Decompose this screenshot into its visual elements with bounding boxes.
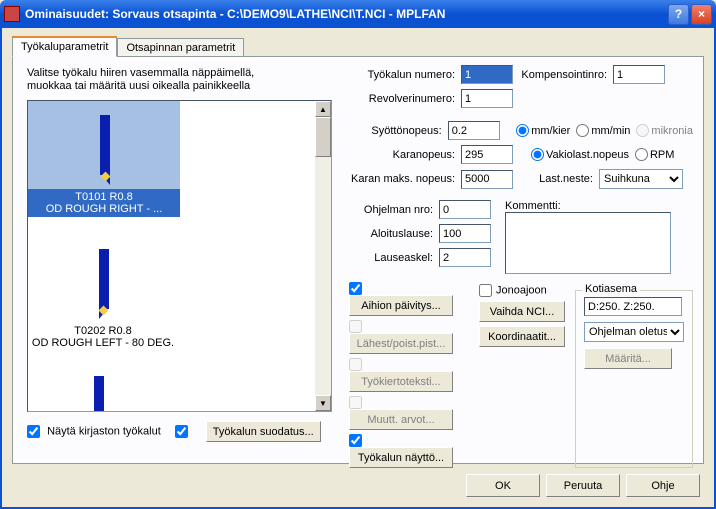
- home-position-legend: Kotiasema: [582, 283, 640, 295]
- spindle-speed-label: Karanopeus:: [349, 149, 461, 161]
- scroll-down-icon[interactable]: ▼: [315, 395, 331, 411]
- stock-update-button[interactable]: Aihion päivitys...: [349, 295, 453, 316]
- program-number-label: Ohjelman nro:: [349, 204, 439, 216]
- close-icon[interactable]: ×: [691, 4, 712, 25]
- tyokierto-checkbox: [349, 358, 362, 371]
- lahest-checkbox: [349, 320, 362, 333]
- line-step-label: Lauseaskel:: [349, 252, 439, 264]
- instructions-text: Valitse työkalu hiiren vasemmalla näppäi…: [27, 67, 287, 93]
- tool-item-t0101[interactable]: T0101 R0.8 OD ROUGH RIGHT - ...: [28, 101, 180, 217]
- max-spindle-input[interactable]: [461, 170, 513, 189]
- cancel-button[interactable]: Peruuta: [546, 474, 620, 497]
- filter-checkbox[interactable]: [175, 425, 188, 438]
- define-button: Määritä...: [584, 348, 672, 369]
- variable-values-button: Muutt. arvot...: [349, 409, 453, 430]
- feed-unit-mmkier-radio[interactable]: [516, 124, 529, 137]
- feed-unit-mmmin-radio[interactable]: [576, 124, 589, 137]
- app-icon: [4, 6, 20, 22]
- titlebar: Ominaisuudet: Sorvaus otsapinta - C:\DEM…: [0, 0, 716, 28]
- comment-label: Kommentti:: [505, 200, 671, 212]
- feedrate-input[interactable]: [448, 121, 500, 140]
- spindle-css-radio[interactable]: [531, 148, 544, 161]
- tool-number-label: Työkalun numero:: [349, 69, 461, 81]
- scroll-up-icon[interactable]: ▲: [315, 101, 331, 117]
- tool-item-desc: OD ROUGH RIGHT - ...: [28, 203, 180, 215]
- window-body: Työkaluparametrit Otsapinnan parametrit …: [0, 28, 716, 509]
- window-title: Ominaisuudet: Sorvaus otsapinta - C:\DEM…: [25, 7, 668, 21]
- tyokalun-checkbox[interactable]: [349, 434, 362, 447]
- comment-textarea[interactable]: [505, 212, 671, 274]
- tool-list[interactable]: T0101 R0.8 OD ROUGH RIGHT - ... T0202 R0…: [27, 100, 332, 412]
- tool-item-partial[interactable]: [94, 376, 104, 412]
- feedrate-label: Syöttönopeus:: [349, 125, 448, 137]
- tool-item-desc: OD ROUGH LEFT - 80 DEG.: [28, 337, 178, 349]
- canned-text-button: Työkiertoteksti...: [349, 371, 453, 392]
- turret-number-label: Revolverinumero:: [349, 93, 461, 105]
- compensation-input[interactable]: [613, 65, 665, 84]
- coolant-select[interactable]: Suihkuna: [599, 169, 683, 189]
- compensation-label: Kompensointinro:: [513, 69, 613, 81]
- aihion-checkbox[interactable]: [349, 282, 362, 295]
- show-library-checkbox-input[interactable]: [27, 425, 40, 438]
- program-number-input[interactable]: [439, 200, 491, 219]
- ok-button[interactable]: OK: [466, 474, 540, 497]
- tool-item-t0202[interactable]: T0202 R0.8 OD ROUGH LEFT - 80 DEG.: [28, 239, 178, 351]
- show-library-checkbox[interactable]: Näytä kirjaston työkalut: [27, 425, 161, 438]
- help-icon[interactable]: ?: [668, 4, 689, 25]
- change-nci-button[interactable]: Vaihda NCI...: [479, 301, 565, 322]
- help-button[interactable]: Ohje: [626, 474, 700, 497]
- tool-filter-button[interactable]: Työkalun suodatus...: [206, 421, 321, 442]
- scrollbar[interactable]: ▲ ▼: [315, 101, 331, 411]
- queue-label: Jonoajoon: [496, 284, 547, 296]
- turret-number-input[interactable]: [461, 89, 513, 108]
- coolant-label: Last.neste:: [513, 173, 599, 185]
- tool-item-code: T0101 R0.8: [28, 191, 180, 203]
- max-spindle-label: Karan maks. nopeus:: [349, 173, 461, 185]
- scroll-thumb[interactable]: [315, 117, 331, 157]
- home-position-display: [584, 297, 682, 316]
- queue-checkbox[interactable]: [479, 284, 492, 297]
- line-step-input[interactable]: [439, 248, 491, 267]
- home-position-select[interactable]: Ohjelman oletus: [584, 322, 684, 342]
- tab-panel: Valitse työkalu hiiren vasemmalla näppäi…: [12, 56, 704, 464]
- tool-number-input[interactable]: [461, 65, 513, 84]
- coordinates-button[interactable]: Koordinaatit...: [479, 326, 565, 347]
- tool-item-code: T0202 R0.8: [28, 325, 178, 337]
- spindle-rpm-radio[interactable]: [635, 148, 648, 161]
- approach-retract-button: Lähest/poist.pist...: [349, 333, 453, 354]
- muutt-checkbox: [349, 396, 362, 409]
- feed-unit-micron-radio: [636, 124, 649, 137]
- start-line-input[interactable]: [439, 224, 491, 243]
- tool-display-button[interactable]: Työkalun näyttö...: [349, 447, 453, 468]
- tab-tool-parameters[interactable]: Työkaluparametrit: [12, 36, 117, 57]
- start-line-label: Aloituslause:: [349, 228, 439, 240]
- spindle-speed-input[interactable]: [461, 145, 513, 164]
